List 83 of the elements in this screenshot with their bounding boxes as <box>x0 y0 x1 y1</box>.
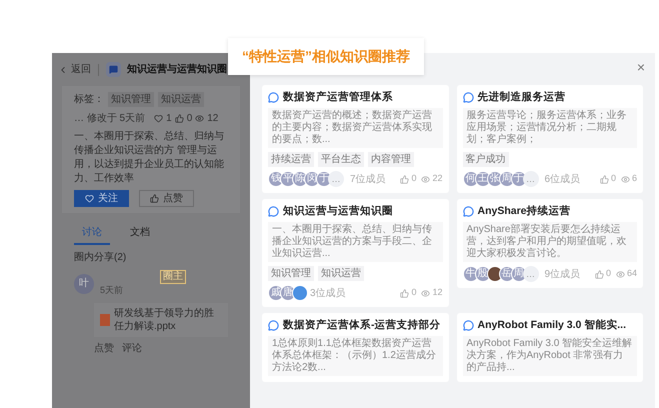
tag: 知识运营 <box>318 266 364 281</box>
like-icon <box>400 288 410 298</box>
page-tab[interactable]: 讨论 <box>74 225 110 245</box>
heart-icon <box>85 194 94 203</box>
member-count: 7位成员 <box>350 172 386 186</box>
view-icon <box>421 288 430 298</box>
pptx-file-icon <box>100 314 110 326</box>
like-icon <box>594 270 604 278</box>
user-avatar: 叶 <box>74 274 94 294</box>
card-title: 数据资产运营体系-运营支持部分 <box>283 319 440 332</box>
more-avatars: … <box>522 266 538 282</box>
view-count: 12 <box>207 112 218 126</box>
card-title: 知识运营与运营知识圈 <box>283 205 393 218</box>
view-count: 22 <box>432 172 442 186</box>
view-icon <box>616 270 625 278</box>
follow-button[interactable]: 关注 <box>74 190 129 207</box>
circle-card[interactable]: 数据资产运营体系-运营支持部分 1总体原则1.1总体框架数据资产运营体系总体框架：（示例）1.2运营成分方法论2数... <box>262 313 448 382</box>
tag: 内容管理 <box>368 152 414 167</box>
back-link[interactable]: 返回 <box>71 62 91 77</box>
author-badge: 圈主 <box>160 270 186 284</box>
circle-card[interactable]: 数据资产运营管理体系 数据资产运营的概述；数据资产运营的主要内容；数据资产运营体系实现的要点；数... 持续运营 平台生态 内容管理 钱 平 陈 闵 于 … 7位成员 0 22 <box>262 85 448 193</box>
circle-intro: 一、本圈用于探索、总结、归纳与传播企业知识运营的方 管理与运用，以达到提升企业员工的认知能力、工作效率 <box>74 130 225 186</box>
card-title: 数据资产运营管理体系 <box>283 91 393 104</box>
share-count: 圈内分享(2) <box>74 250 128 265</box>
like-count: 0 <box>610 172 616 186</box>
like-count: 0 <box>186 112 192 126</box>
card-title: AnyShare持续运营 <box>478 205 571 218</box>
page-tab[interactable]: 文档 <box>122 225 158 245</box>
circle-logo <box>106 62 121 77</box>
member-avatar: 钱 <box>268 171 284 187</box>
like-icon <box>400 174 410 184</box>
member-avatar: 陈 <box>292 171 308 187</box>
member-avatar: 牛 <box>462 266 478 282</box>
like-count: 0 <box>411 172 416 186</box>
view-count: 64 <box>626 267 637 280</box>
view-icon <box>421 174 430 184</box>
modified-time: … 修改于 5天前 <box>74 112 146 126</box>
post-action[interactable]: 评论 <box>122 342 142 354</box>
like-count: 0 <box>606 267 611 280</box>
like-button[interactable]: 点赞 <box>139 190 194 207</box>
more-avatars: … <box>328 171 344 187</box>
member-avatar: 闵 <box>304 171 320 187</box>
view-count: 12 <box>432 286 442 300</box>
dialog-title: “特性运营”相似知识圈推荐 <box>228 38 424 75</box>
card-title: 先进制造服务运营 <box>478 91 566 104</box>
circle-card[interactable]: AnyShare持续运营 AnyShare部署安装后要怎么持续运营，达到客户和用户的期望值呢，欢迎大家积极发言讨论。 牛 殷 岳 周 … 9位成员 0 64 <box>456 199 643 288</box>
tag: 知识运营 <box>158 92 204 107</box>
view-icon <box>620 174 630 184</box>
page-title: 知识运营与运营知识圈 <box>127 62 227 77</box>
member-avatar <box>292 285 308 301</box>
member-count: 3位成员 <box>310 286 346 300</box>
post-time: 5天前 <box>100 284 124 297</box>
tags-label: 标签： <box>74 92 104 107</box>
view-count: 6 <box>632 172 637 186</box>
card-description: 1总体原则1.1总体框架数据资产运营体系总体框架：（示例）1.2运营成分方法论2数... <box>268 336 442 376</box>
close-button[interactable]: × <box>636 57 645 78</box>
heart-count: 1 <box>166 112 172 126</box>
member-count: 9位成员 <box>544 268 580 282</box>
card-description: 数据资产运营的概述；数据资产运营的主要内容；数据资产运营体系实现的要点；数... <box>268 108 442 148</box>
card-description: 服务运营导论；服务运营体系；业务应用场景；运营情况分析；二期规划；客户案例； <box>462 108 637 148</box>
view-icon <box>195 114 204 123</box>
tag: 平台生态 <box>318 152 364 167</box>
card-title: AnyRobot Family 3.0 智能实... <box>478 319 626 332</box>
more-avatars: … <box>522 171 538 187</box>
member-count: 6位成员 <box>544 172 580 186</box>
member-avatar: 何 <box>462 171 478 187</box>
like-icon <box>174 114 184 123</box>
tag: 知识管理 <box>268 266 314 281</box>
card-description: AnyRobot Family 3.0 智能安全运维解决方案，作为AnyRobot 非常强有力的产品持... <box>462 336 637 376</box>
member-avatar: 戚 <box>268 285 284 301</box>
circle-card[interactable]: 先进制造服务运营 服务运营导论；服务运营体系；业务应用场景；运营情况分析；二期规划；客户案例； 客户成功 何 王 张 周 于 … 6位成员 0 6 <box>456 85 643 193</box>
heart-icon <box>154 114 164 123</box>
post-action[interactable]: 点赞 <box>94 342 114 354</box>
card-description: AnyShare部署安装后要怎么持续运营，达到客户和用户的期望值呢，欢迎大家积极发言讨论。 <box>462 222 637 262</box>
circle-card[interactable]: 知识运营与运营知识圈 一、本圈用于探索、总结、归纳与传播企业知识运营的方案与手段二、企业知识运营... 知识管理 知识运营 戚 唐 3位成员 0 12 <box>262 199 448 307</box>
tag: 知识管理 <box>108 92 154 107</box>
tag: 持续运营 <box>268 152 314 167</box>
like-icon <box>600 174 609 184</box>
tag: 客户成功 <box>462 152 508 167</box>
like-count: 0 <box>411 286 416 300</box>
circle-card[interactable]: AnyRobot Family 3.0 智能实... AnyRobot Family 3.0 智能安全运维解决方案，作为AnyRobot 非常强有力的产品持... <box>456 313 643 382</box>
card-description: 一、本圈用于探索、总结、归纳与传播企业知识运营的方案与手段二、企业知识运营... <box>268 222 442 262</box>
thumbs-up-icon <box>150 194 159 203</box>
